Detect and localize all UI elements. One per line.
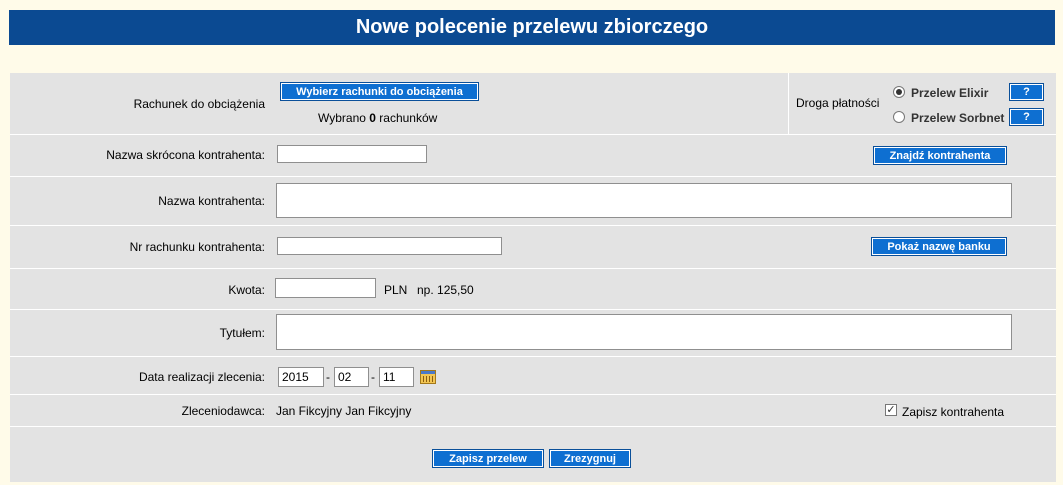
amount-label: Kwota: <box>228 283 265 297</box>
contractor-name-row: Nazwa kontrahenta: <box>10 177 1056 226</box>
date-year-input[interactable] <box>278 367 324 387</box>
account-number-row: Nr rachunku kontrahenta: Pokaż nazwę ban… <box>10 226 1056 269</box>
page-title: Nowe polecenie przelewu zbiorczego <box>9 10 1055 45</box>
amount-row: Kwota: PLN np. 125,50 <box>10 269 1056 310</box>
currency-label: PLN <box>384 283 408 297</box>
ordering-party-row: Zleceniodawca: Jan Fikcyjny Jan Fikcyjny… <box>10 395 1056 427</box>
help-sorbnet-button[interactable]: ? <box>1009 108 1044 126</box>
selected-accounts-text: Wybrano 0 rachunków <box>318 111 438 125</box>
transfer-form: Rachunek do obciążenia Wybierz rachunki … <box>10 73 1056 482</box>
title-row: Tytułem: <box>10 310 1056 357</box>
help-elixir-button[interactable]: ? <box>1009 83 1044 101</box>
contractor-name-label: Nazwa kontrahenta: <box>158 194 265 208</box>
title-input[interactable] <box>276 314 1012 350</box>
short-name-row: Nazwa skrócona kontrahenta: Znajdź kontr… <box>10 135 1056 177</box>
save-contractor-label: Zapisz kontrahenta <box>902 405 1005 419</box>
amount-input[interactable] <box>275 278 376 298</box>
save-transfer-button[interactable]: Zapisz przelew <box>432 449 544 468</box>
cancel-button[interactable]: Zrezygnuj <box>549 449 631 468</box>
short-name-input[interactable] <box>277 145 427 163</box>
select-accounts-button[interactable]: Wybierz rachunki do obciążenia <box>280 82 479 101</box>
ordering-party-value: Jan Fikcyjny Jan Fikcyjny <box>276 404 412 418</box>
radio-elixir[interactable] <box>893 86 905 98</box>
radio-sorbnet-label: Przelew Sorbnet <box>911 111 1005 125</box>
show-bank-name-button[interactable]: Pokaż nazwę banku <box>871 237 1007 256</box>
account-row: Rachunek do obciążenia Wybierz rachunki … <box>10 73 1056 135</box>
calendar-icon[interactable] <box>420 370 436 384</box>
short-name-label: Nazwa skrócona kontrahenta: <box>106 148 265 162</box>
account-number-label: Nr rachunku kontrahenta: <box>129 240 265 254</box>
date-day-input[interactable] <box>379 367 414 387</box>
title-label: Tytułem: <box>219 326 265 340</box>
account-number-input[interactable] <box>277 237 502 255</box>
amount-example: np. 125,50 <box>417 283 474 297</box>
actions-row: Zapisz przelew Zrezygnuj <box>10 427 1056 482</box>
date-separator: - <box>371 370 375 384</box>
ordering-party-label: Zleceniodawca: <box>181 404 265 418</box>
find-contractor-button[interactable]: Znajdź kontrahenta <box>873 146 1007 165</box>
radio-elixir-label: Przelew Elixir <box>911 86 989 100</box>
execution-date-row: Data realizacji zlecenia: - - <box>10 357 1056 395</box>
execution-date-label: Data realizacji zlecenia: <box>138 370 265 384</box>
date-separator: - <box>326 370 330 384</box>
date-month-input[interactable] <box>334 367 369 387</box>
contractor-name-input[interactable] <box>276 183 1012 218</box>
radio-sorbnet[interactable] <box>893 111 905 123</box>
account-label: Rachunek do obciążenia <box>133 97 265 111</box>
save-contractor-checkbox[interactable]: ✓ <box>885 404 897 416</box>
payment-route-label: Droga płatności <box>796 96 880 110</box>
column-divider <box>788 73 789 135</box>
